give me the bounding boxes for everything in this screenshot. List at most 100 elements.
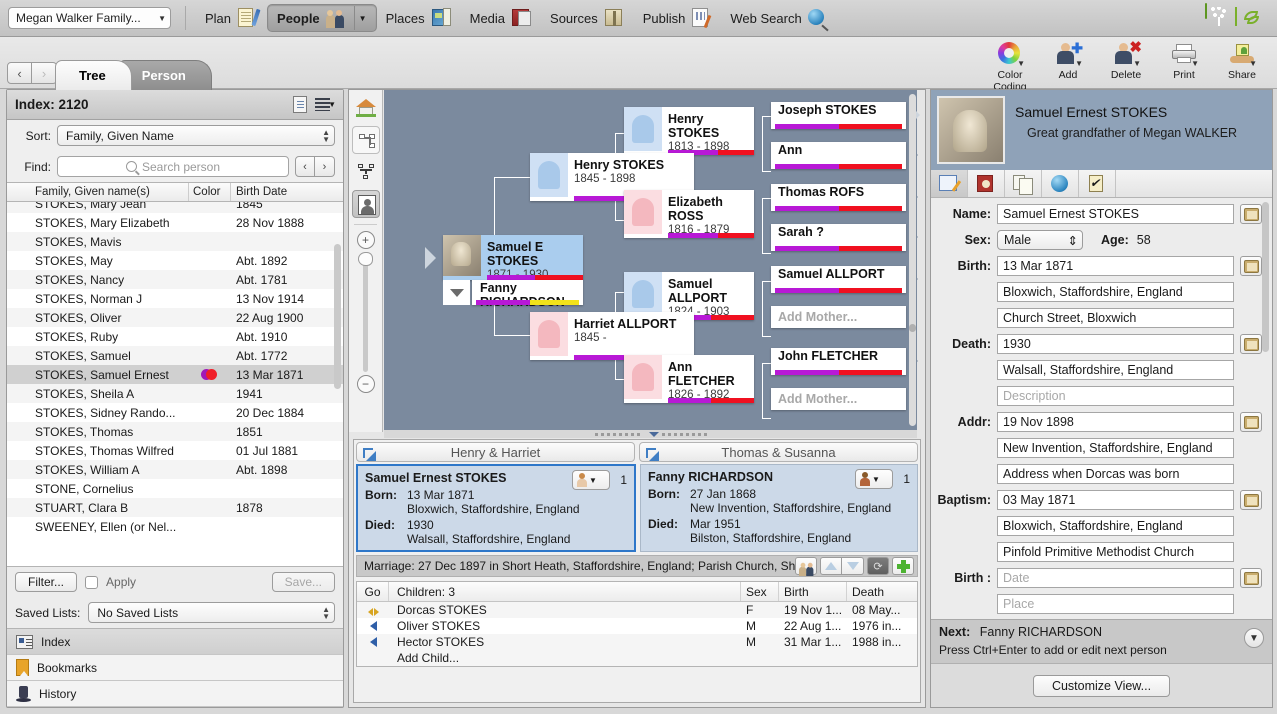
tree-card-samuel-stokes[interactable]: Samuel E STOKES 1871 - 1930 <box>443 235 583 281</box>
tree-canvas[interactable]: Henry STOKES 1813 - 1898 Henry STOKES 18… <box>384 90 920 430</box>
menu-item-web-search[interactable]: Web Search <box>721 4 837 32</box>
field-input[interactable]: Bloxwich, Staffordshire, England <box>997 282 1234 302</box>
sort-select[interactable]: Family, Given Name ▲ ▼ <box>57 125 335 146</box>
table-row[interactable]: Dorcas STOKES F 19 Nov 1... 08 May... <box>357 602 917 618</box>
field-input[interactable]: New Invention, Staffordshire, England <box>997 438 1234 458</box>
table-row[interactable]: STOKES, Thomas 1851 <box>7 422 343 441</box>
field-input[interactable]: Place <box>997 594 1234 614</box>
filter-button[interactable]: Filter... <box>15 572 78 592</box>
save-button[interactable]: Save... <box>271 572 335 592</box>
tree-card-henry-1813[interactable]: Henry STOKES 1813 - 1898 <box>624 107 754 155</box>
forward-button[interactable]: › <box>32 62 57 84</box>
menu-item-people[interactable]: People ▼ <box>267 4 377 32</box>
field-input[interactable]: Church Street, Bloxwich <box>997 308 1234 328</box>
table-row[interactable]: STOKES, May Abt. 1892 <box>7 251 343 270</box>
field-input[interactable]: Pinfold Primitive Methodist Church <box>997 542 1234 562</box>
portrait-icon[interactable] <box>351 190 380 218</box>
spouse-picker-button[interactable]: ▼ <box>572 470 610 490</box>
people-menu-caret[interactable]: ▼ <box>353 6 367 30</box>
tree-resize-handle[interactable] <box>384 430 917 438</box>
col-header-color[interactable]: Color <box>189 183 231 201</box>
tree-vertical-scrollbar[interactable] <box>909 94 916 426</box>
field-input[interactable]: Walsall, Staffordshire, England <box>997 360 1234 380</box>
tree-ancestor-card[interactable]: Ann <box>771 142 906 169</box>
table-row[interactable]: SWEENEY, Ellen (or Nel... <box>7 517 343 536</box>
table-row[interactable]: STOKES, Samuel Ernest 13 Mar 1871 <box>7 365 343 384</box>
field-input[interactable]: 03 May 1871 <box>997 490 1234 510</box>
source-citation-button[interactable] <box>1240 568 1262 588</box>
field-input[interactable]: Description <box>997 386 1234 406</box>
index-scrollbar[interactable] <box>334 244 341 389</box>
field-input[interactable]: 1930 <box>997 334 1234 354</box>
tree-ancestor-card[interactable]: Thomas ROFS <box>771 184 906 211</box>
avatar[interactable] <box>937 96 1005 164</box>
delete-person-button[interactable]: ✖ ▼ Delete <box>1097 40 1155 93</box>
back-button[interactable]: ‹ <box>7 62 32 84</box>
chevron-down-icon[interactable]: ▼ <box>1244 628 1264 648</box>
color-coding-button[interactable]: ▼ Color Coding <box>981 40 1039 93</box>
project-selector[interactable]: Megan Walker Family... ▼ <box>8 7 171 29</box>
go-to-child-icon[interactable] <box>357 637 389 647</box>
tree-view-button[interactable] <box>1205 3 1233 32</box>
family-card-husband[interactable]: Samuel Ernest STOKES Born: 13 Mar 1871 B… <box>356 464 636 552</box>
menu-item-plan[interactable]: Plan <box>196 4 267 32</box>
menu-item-places[interactable]: Places <box>377 4 461 32</box>
menu-item-publish[interactable]: Publish <box>634 4 722 32</box>
table-row[interactable]: STOKES, Oliver 22 Aug 1900 <box>7 308 343 327</box>
field-input[interactable]: 19 Nov 1898 <box>997 412 1234 432</box>
source-citation-button[interactable] <box>1240 204 1262 224</box>
home-icon[interactable] <box>352 94 380 122</box>
source-citation-button[interactable] <box>1240 334 1262 354</box>
table-row[interactable]: STOKES, Ruby Abt. 1910 <box>7 327 343 346</box>
spouse-picker-button[interactable]: ▼ <box>855 469 893 489</box>
tree-card-harriet-allport[interactable]: Harriet ALLPORT 1845 - <box>530 312 694 360</box>
find-next-button[interactable]: › <box>315 156 335 177</box>
table-row[interactable]: STOKES, Mavis <box>7 232 343 251</box>
field-input[interactable]: Bloxwich, Staffordshire, England <box>997 516 1234 536</box>
table-row[interactable]: STOKES, Thomas Wilfred 01 Jul 1881 <box>7 441 343 460</box>
menu-item-sources[interactable]: Sources <box>541 4 634 32</box>
prev-spouse-button[interactable] <box>820 557 842 575</box>
field-input[interactable]: Date <box>997 568 1234 588</box>
tree-add-mother-card[interactable]: Add Mother... <box>771 388 906 410</box>
tab-tree[interactable]: Tree <box>55 60 132 90</box>
swap-spouse-button[interactable]: ⟳ <box>867 557 889 575</box>
go-to-child-icon[interactable] <box>357 621 389 631</box>
spouse-toggle-button[interactable] <box>443 280 470 305</box>
col-header-birth[interactable]: Birth Date <box>231 183 343 201</box>
search-input[interactable]: Search person <box>57 156 289 177</box>
customize-view-button[interactable]: Customize View... <box>1032 674 1171 697</box>
tab-sources[interactable] <box>968 170 1005 197</box>
table-row[interactable]: STOKES, Mary Elizabeth 28 Nov 1888 <box>7 213 343 232</box>
zoom-out-icon[interactable]: − <box>356 375 375 393</box>
table-row[interactable]: STOKES, Norman J 13 Nov 1914 <box>7 289 343 308</box>
zoom-in-icon[interactable]: + <box>356 231 375 249</box>
field-input[interactable]: Address when Dorcas was born <box>997 464 1234 484</box>
table-row[interactable]: Oliver STOKES M 22 Aug 1... 1976 in... <box>357 618 917 634</box>
sidebar-item-bookmarks[interactable]: Bookmarks <box>7 655 343 681</box>
tree-ancestor-card[interactable]: Joseph STOKES <box>771 102 906 129</box>
index-list[interactable]: STOKES, Mary Jean 1845 STOKES, Mary Elizab… <box>7 202 343 566</box>
add-person-button[interactable]: ✚ ▼ Add <box>1039 40 1097 93</box>
marriage-bar[interactable]: Marriage: 27 Dec 1897 in Short Heath, St… <box>356 555 918 577</box>
find-prev-button[interactable]: ‹ <box>295 156 315 177</box>
tree-card-elizabeth-ross[interactable]: Elizabeth ROSS 1816 - 1879 <box>624 190 754 238</box>
field-input[interactable]: Samuel Ernest STOKES <box>997 204 1234 224</box>
table-row[interactable]: STOKES, William A Abt. 1898 <box>7 460 343 479</box>
menu-item-media[interactable]: Media <box>461 4 541 32</box>
sidebar-item-index[interactable]: Index <box>7 629 343 655</box>
source-citation-button[interactable] <box>1240 256 1262 276</box>
tab-tasks[interactable]: ✔ <box>1079 170 1116 197</box>
org-chart-icon[interactable] <box>351 126 380 154</box>
marriage-couple-button[interactable] <box>795 557 817 576</box>
next-spouse-button[interactable] <box>842 557 864 575</box>
apply-checkbox[interactable] <box>85 575 99 589</box>
go-to-child-icon[interactable] <box>357 606 389 616</box>
sex-select[interactable]: Male ⇕ <box>997 230 1083 250</box>
fan-chart-icon[interactable] <box>352 158 380 186</box>
table-row[interactable]: STONE, Cornelius <box>7 479 343 498</box>
tree-add-mother-card[interactable]: Add Mother... <box>771 306 906 328</box>
person-card-icon[interactable] <box>291 95 311 115</box>
tree-card-ann-fletcher[interactable]: Ann FLETCHER 1826 - 1892 <box>624 355 754 403</box>
tree-card-fanny-richardson[interactable]: Fanny RICHARDSON <box>472 280 583 309</box>
